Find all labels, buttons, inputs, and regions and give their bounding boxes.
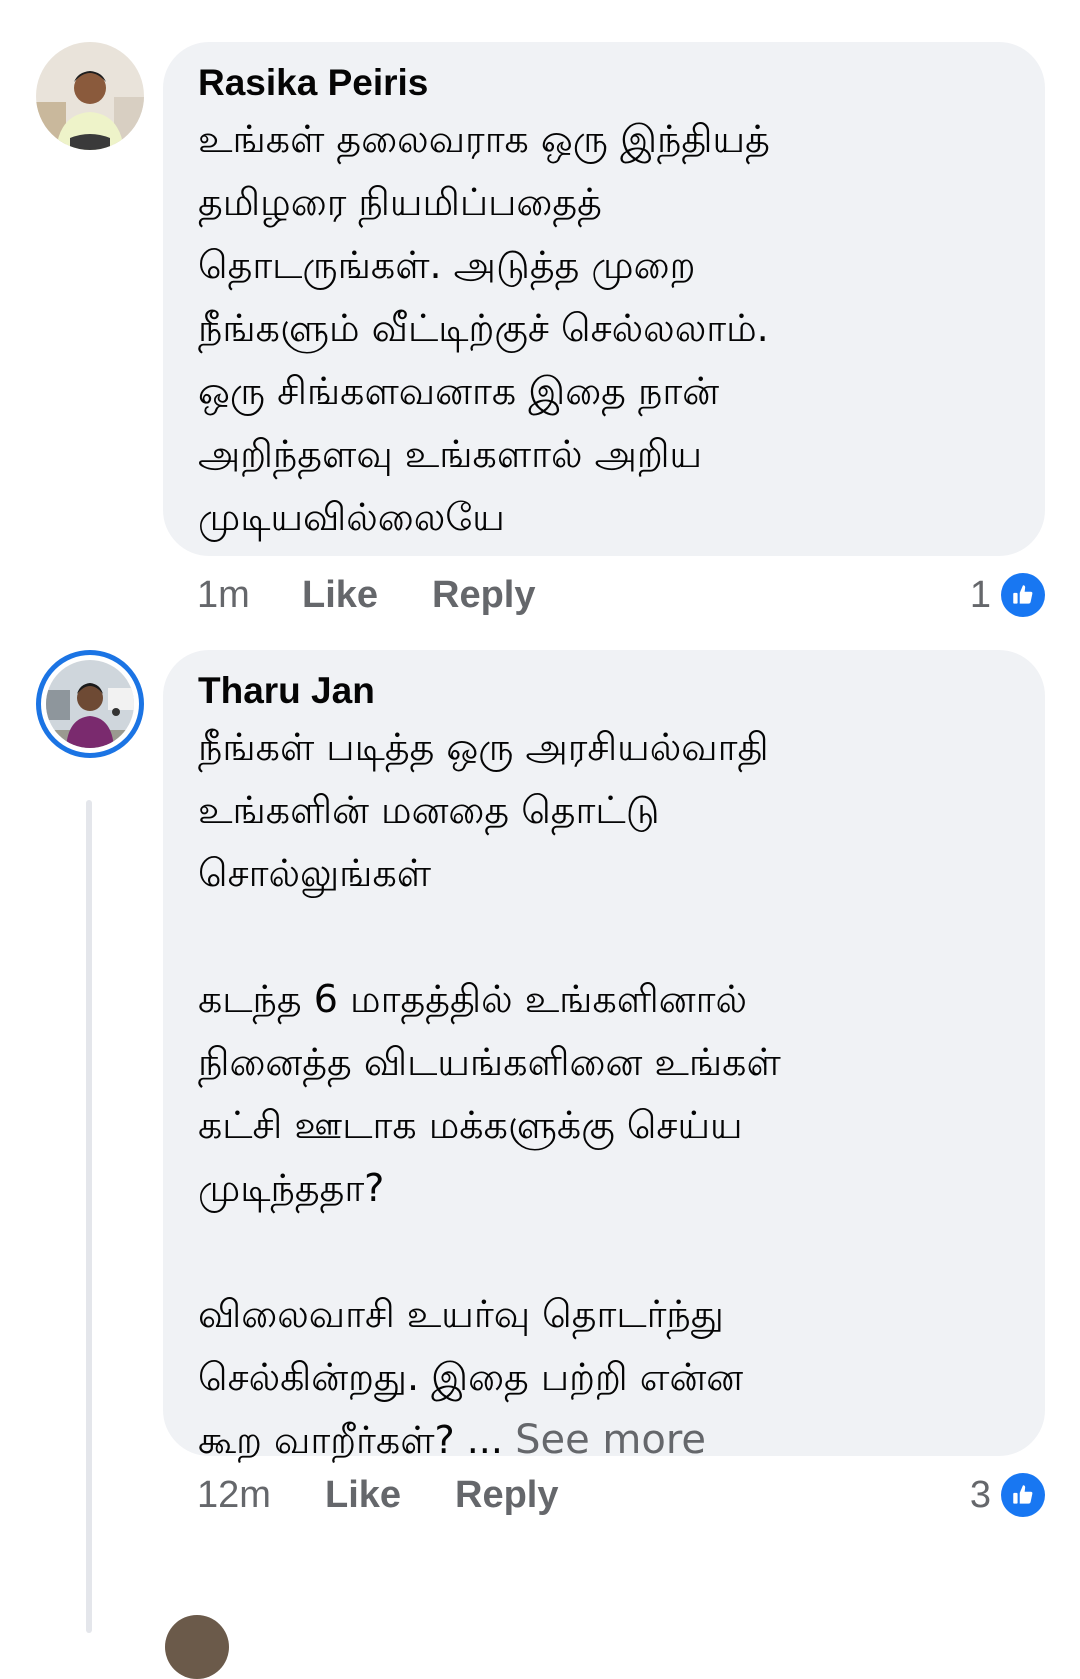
comment-actions: 12m Like Reply 3 — [197, 1470, 1045, 1520]
like-button[interactable]: Like — [325, 1470, 401, 1520]
reply-button[interactable]: Reply — [432, 570, 535, 620]
comment-bubble: Rasika Peiris உங்கள் தலைவராக ஒரு இந்தியத… — [163, 42, 1045, 556]
comment-timestamp[interactable]: 1m — [197, 570, 250, 620]
comment-text-content: நீங்கள் படித்த ஒரு அரசியல்வாதி உங்களின் … — [198, 725, 781, 1462]
like-button[interactable]: Like — [302, 570, 378, 620]
comment-actions: 1m Like Reply 1 — [197, 570, 1045, 620]
comment-text: நீங்கள் படித்த ஒரு அரசியல்வாதி உங்களின் … — [198, 716, 1015, 1472]
reply-avatar[interactable] — [165, 1615, 229, 1679]
avatar[interactable] — [36, 42, 144, 150]
reply-button[interactable]: Reply — [455, 1470, 558, 1520]
avatar-photo — [46, 660, 134, 748]
comment-bubble: Tharu Jan நீங்கள் படித்த ஒரு அரசியல்வாதி… — [163, 650, 1045, 1463]
see-more-link[interactable]: See more — [515, 1417, 706, 1463]
comment-author[interactable]: Rasika Peiris — [198, 60, 1015, 106]
reaction-summary[interactable]: 3 — [970, 1470, 1045, 1520]
thumbs-up-icon — [1001, 1473, 1045, 1517]
reaction-count: 1 — [969, 574, 991, 616]
reaction-count: 3 — [969, 1474, 991, 1516]
thumbs-up-icon — [1001, 573, 1045, 617]
avatar-photo — [36, 42, 144, 150]
comment-timestamp[interactable]: 12m — [197, 1470, 271, 1520]
avatar[interactable] — [36, 650, 144, 758]
reaction-summary[interactable]: 1 — [970, 570, 1045, 620]
comment-author[interactable]: Tharu Jan — [198, 668, 1015, 714]
comment-text: உங்கள் தலைவராக ஒரு இந்தியத் தமிழரை நியமி… — [198, 117, 770, 539]
thread-line — [86, 800, 92, 1633]
